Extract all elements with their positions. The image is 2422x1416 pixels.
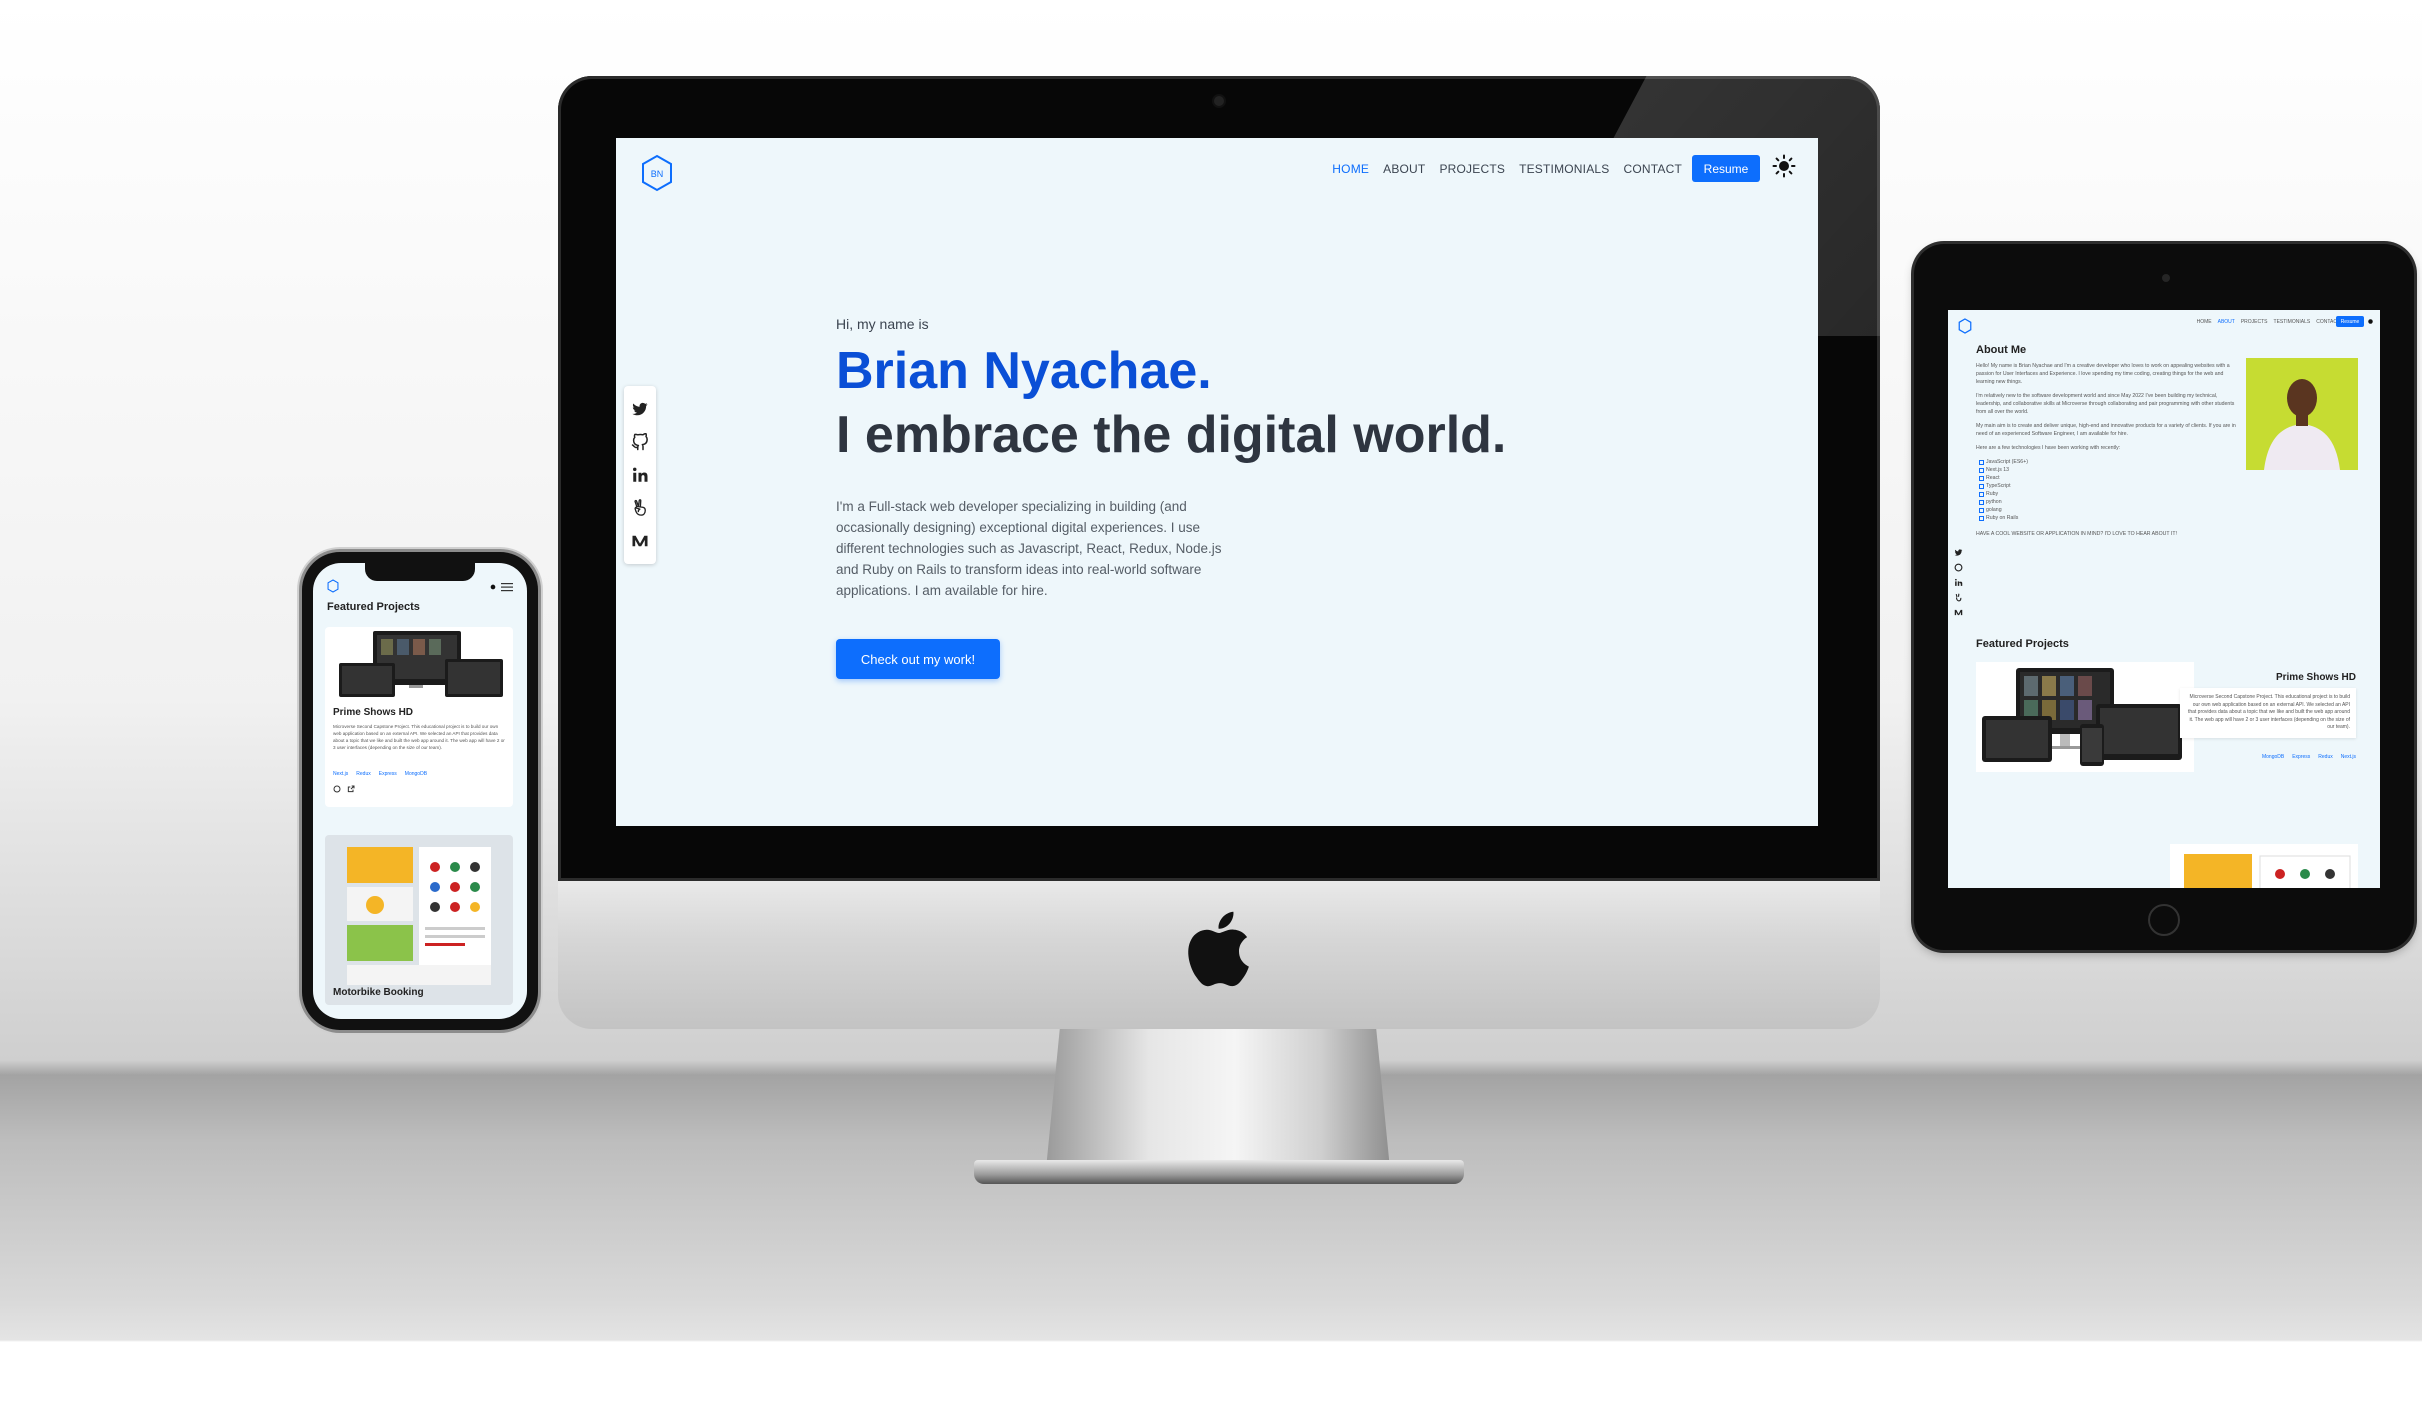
external-link-icon[interactable]: [347, 785, 355, 793]
imac-stand: [1046, 1029, 1390, 1169]
technology-item: Ruby on Rails: [1976, 514, 2238, 522]
hero-section: Hi, my name is Brian Nyachae. I embrace …: [836, 316, 1536, 679]
project-tag: Express: [2292, 754, 2311, 760]
nav-about[interactable]: ABOUT: [2218, 319, 2235, 325]
ipad-camera: [2162, 274, 2170, 282]
apple-logo-icon: [1188, 911, 1249, 987]
social-sidebar: [624, 386, 656, 564]
about-text: Hello! My name is Brian Nyachae and I'm …: [1976, 362, 2238, 544]
main-nav: HOME ABOUT PROJECTS TESTIMONIALS CONTACT: [1332, 162, 1682, 176]
nav-contact[interactable]: CONTACT: [1623, 162, 1682, 176]
project-tag: Redux: [2318, 754, 2333, 760]
linkedin-icon[interactable]: [1954, 578, 1963, 587]
nav-projects[interactable]: PROJECTS: [1439, 162, 1505, 176]
medium-icon[interactable]: [631, 532, 649, 550]
project-tag: Next.js: [333, 771, 349, 777]
imac-screen: BN HOME ABOUT PROJECTS TESTIMONIALS CONT…: [616, 138, 1818, 826]
bn-logo[interactable]: [327, 579, 339, 593]
svg-text:BN: BN: [651, 169, 664, 179]
angellist-icon[interactable]: [631, 499, 649, 517]
project-tag: MongoDB: [2261, 754, 2285, 760]
angellist-icon[interactable]: [1954, 593, 1963, 602]
project-title: Motorbike Booking: [333, 987, 424, 998]
social-sidebar: [1954, 548, 1963, 617]
technology-item: python: [1976, 498, 2238, 506]
featured-projects-title: Featured Projects: [327, 601, 420, 613]
nav-testimonials[interactable]: TESTIMONIALS: [2274, 319, 2311, 325]
iphone-frame: Featured Projects Prime Shows HD Microve…: [302, 552, 538, 1030]
profile-photo: [2246, 358, 2358, 470]
project-screenshot: [339, 631, 503, 697]
project-card: Motorbike Booking: [325, 835, 513, 1005]
hamburger-menu-icon[interactable]: [501, 582, 513, 592]
technology-list: JavaScript (ES6+) Next.js 13 React TypeS…: [1976, 458, 2238, 522]
project-tags: MongoDB Express Redux Next.js: [2262, 754, 2356, 760]
hero-description: I'm a Full-stack web developer specializ…: [836, 499, 1222, 598]
project-tag: MongoDB: [404, 771, 428, 777]
technology-item: golang: [1976, 506, 2238, 514]
featured-projects-title: Featured Projects: [1976, 638, 2069, 650]
project-tag: Express: [378, 771, 397, 777]
github-icon[interactable]: [1954, 563, 1963, 572]
github-icon[interactable]: [631, 432, 649, 451]
hero-tagline: I embrace the digital world.: [836, 406, 1507, 464]
hero-name: Brian Nyachae.: [836, 342, 1212, 400]
nav-home[interactable]: HOME: [2197, 319, 2212, 325]
sun-icon[interactable]: [489, 583, 497, 591]
sun-icon[interactable]: [1772, 154, 1796, 178]
ipad-home-button: [2148, 904, 2180, 936]
project-tag: Redux: [356, 771, 371, 777]
ipad-nav: HOME ABOUT PROJECTS TESTIMONIALS CONTACT: [2197, 319, 2340, 325]
technology-item: Ruby: [1976, 490, 2238, 498]
nav-projects[interactable]: PROJECTS: [2241, 319, 2268, 325]
nav-home[interactable]: HOME: [1332, 162, 1369, 176]
imac-camera: [1214, 96, 1224, 106]
project-card: Prime Shows HD Microverse Second Capston…: [325, 627, 513, 807]
bn-logo[interactable]: BN: [640, 154, 674, 192]
iphone-screen: Featured Projects Prime Shows HD Microve…: [313, 563, 527, 1019]
iphone-notch: [365, 563, 475, 581]
sun-icon[interactable]: [2366, 317, 2375, 326]
ipad-frame: HOME ABOUT PROJECTS TESTIMONIALS CONTACT…: [1914, 244, 2414, 950]
project-description: Microverse Second Capstone Project. This…: [333, 724, 505, 750]
check-out-work-button[interactable]: Check out my work!: [836, 639, 1000, 679]
imac-stand-base: [974, 1160, 1464, 1184]
twitter-icon[interactable]: [1954, 548, 1963, 557]
medium-icon[interactable]: [1954, 608, 1963, 617]
resume-button[interactable]: Resume: [2336, 316, 2364, 327]
about-paragraph: I'm relatively new to the software devel…: [1976, 393, 2235, 415]
nav-testimonials[interactable]: TESTIMONIALS: [1519, 162, 1609, 176]
technology-item: TypeScript: [1976, 482, 2238, 490]
technology-item: JavaScript (ES6+): [1976, 458, 2238, 466]
project-card: [2170, 844, 2358, 888]
linkedin-icon[interactable]: [631, 466, 649, 484]
project-title: Prime Shows HD: [2275, 672, 2356, 683]
hero-greeting: Hi, my name is: [836, 316, 929, 332]
project-title: Prime Shows HD: [333, 707, 414, 718]
resume-button[interactable]: Resume: [1692, 155, 1760, 182]
about-paragraph: Here are a few technologies I have been …: [1976, 445, 2121, 451]
nav-about[interactable]: ABOUT: [1383, 162, 1425, 176]
project-screenshot: [1976, 662, 2194, 772]
project-tags: Next.js Redux Express MongoDB: [333, 771, 427, 777]
twitter-icon[interactable]: [631, 400, 649, 418]
bn-logo[interactable]: [1958, 318, 1972, 334]
github-icon[interactable]: [333, 785, 341, 793]
project-tag: Next.js: [2340, 754, 2356, 760]
technology-item: React: [1976, 474, 2238, 482]
about-title: About Me: [1976, 344, 2027, 356]
project-description: Microverse Second Capstone Project. This…: [2180, 688, 2356, 738]
project-screenshot: [347, 847, 491, 985]
hear-about-it-text[interactable]: HAVE A COOL WEBSITE OR APPLICATION IN MI…: [1976, 530, 2238, 538]
technology-item: Next.js 13: [1976, 466, 2238, 474]
about-paragraph: My main aim is to create and deliver uni…: [1976, 423, 2236, 437]
ipad-screen: HOME ABOUT PROJECTS TESTIMONIALS CONTACT…: [1948, 310, 2380, 888]
about-paragraph: Hello! My name is Brian Nyachae and I'm …: [1976, 363, 2230, 385]
